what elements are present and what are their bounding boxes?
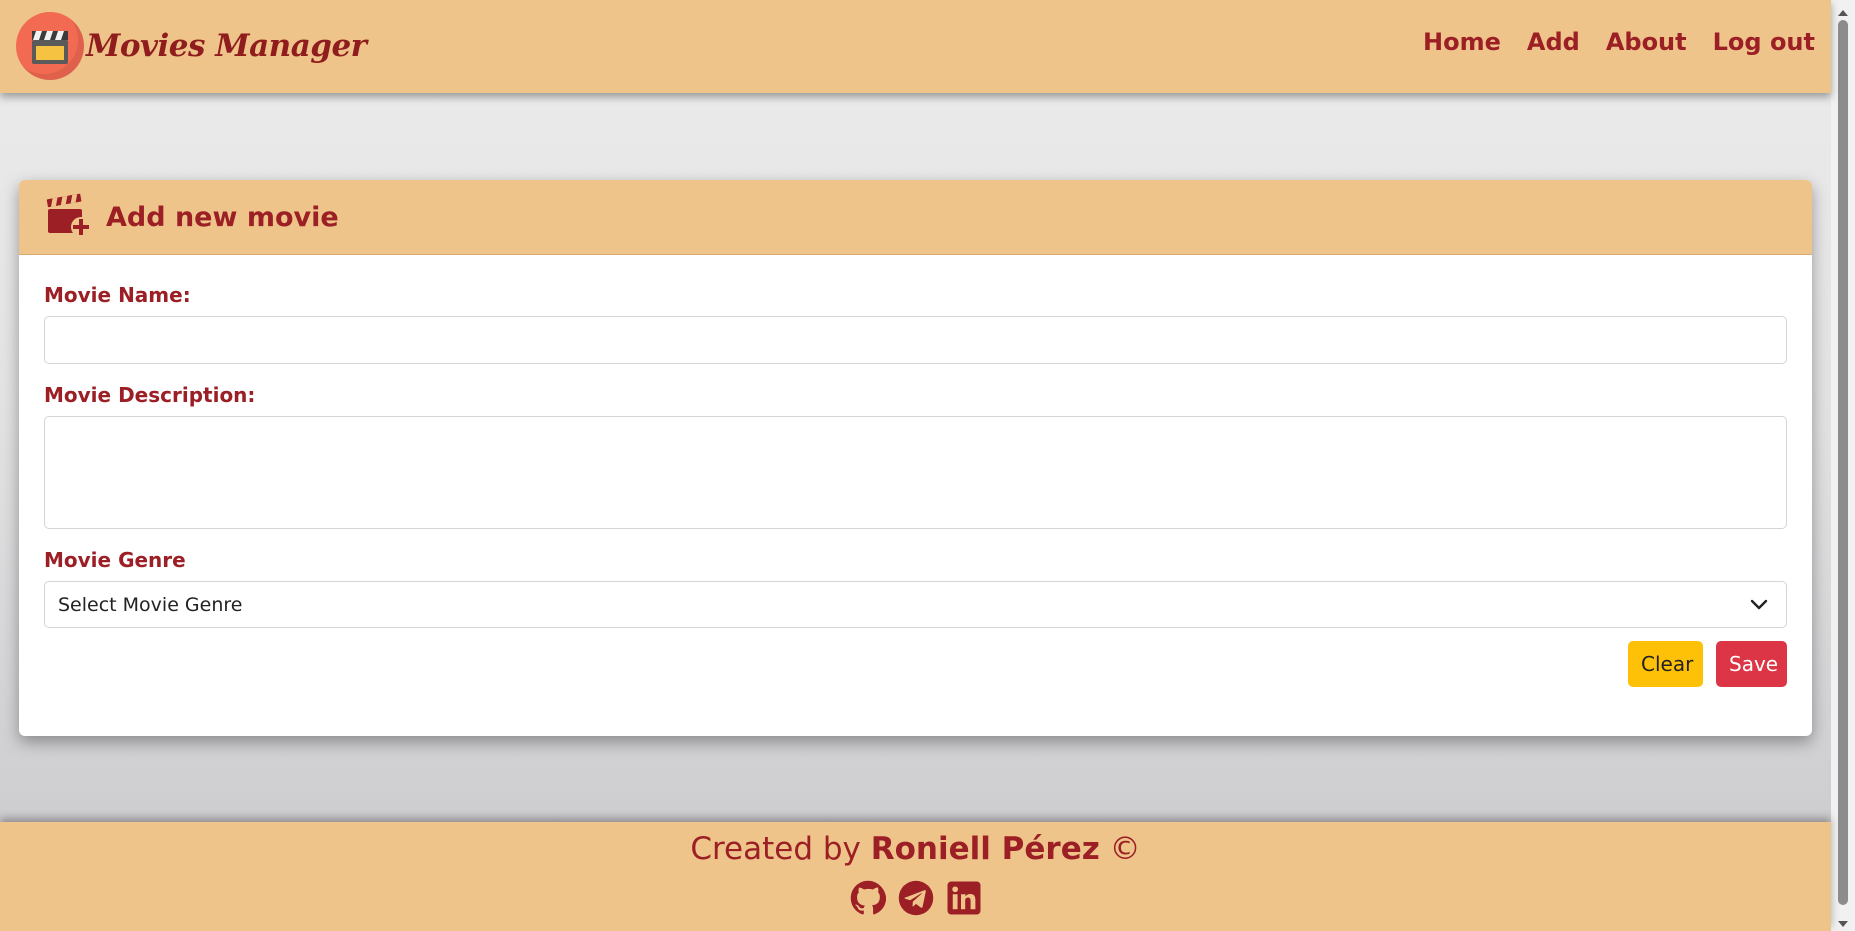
movie-genre-label: Movie Genre xyxy=(44,548,186,572)
movie-description-label: Movie Description: xyxy=(44,383,256,407)
form-actions: Clear Save xyxy=(1628,641,1787,687)
clear-button[interactable]: Clear xyxy=(1628,641,1703,687)
telegram-icon[interactable] xyxy=(898,880,934,916)
scrollbar-thumb[interactable] xyxy=(1838,20,1848,905)
clapperboard-logo-icon xyxy=(16,12,84,80)
nav-logout[interactable]: Log out xyxy=(1713,28,1815,56)
copyright-symbol: © xyxy=(1109,831,1141,867)
navbar: Movies Manager Home Add About Log out xyxy=(0,0,1831,93)
scroll-up-arrow-icon[interactable] xyxy=(1837,4,1849,16)
linkedin-icon[interactable] xyxy=(946,880,982,916)
movie-name-label: Movie Name: xyxy=(44,283,191,307)
name-group: Movie Name: xyxy=(44,283,1787,364)
description-group: Movie Description: xyxy=(44,383,1787,529)
scroll-down-arrow-icon[interactable] xyxy=(1837,915,1849,927)
genre-selected-value: Select Movie Genre xyxy=(58,593,243,616)
nav-add[interactable]: Add xyxy=(1527,28,1580,56)
footer-credit: Created by Roniell Pérez © xyxy=(0,822,1831,868)
author-name: Roniell Pérez xyxy=(870,831,1100,867)
page: Movies Manager Home Add About Log out Ad… xyxy=(0,0,1831,931)
save-button[interactable]: Save xyxy=(1716,641,1787,687)
movie-form: Movie Name: Movie Description: Movie Gen… xyxy=(19,255,1812,736)
card-header: Add new movie xyxy=(19,180,1812,255)
vertical-scrollbar[interactable] xyxy=(1831,0,1855,931)
movie-genre-select[interactable]: Select Movie Genre xyxy=(44,581,1787,628)
brand[interactable]: Movies Manager xyxy=(16,12,367,80)
brand-title: Movies Manager xyxy=(86,28,367,64)
clapperboard-add-icon xyxy=(46,193,92,241)
nav-about[interactable]: About xyxy=(1606,28,1687,56)
github-icon[interactable] xyxy=(850,880,886,916)
chevron-down-icon xyxy=(1750,596,1768,619)
movie-name-input[interactable] xyxy=(44,316,1787,364)
genre-group: Movie Genre Select Movie Genre xyxy=(44,548,1787,628)
credit-prefix: Created by xyxy=(690,831,861,867)
footer: Created by Roniell Pérez © xyxy=(0,822,1831,931)
add-movie-card: Add new movie Movie Name: Movie Descript… xyxy=(19,180,1812,736)
nav-home[interactable]: Home xyxy=(1423,28,1501,56)
card-title: Add new movie xyxy=(106,201,339,233)
social-links xyxy=(0,880,1831,916)
main-nav: Home Add About Log out xyxy=(1423,28,1815,56)
movie-description-input[interactable] xyxy=(44,416,1787,529)
